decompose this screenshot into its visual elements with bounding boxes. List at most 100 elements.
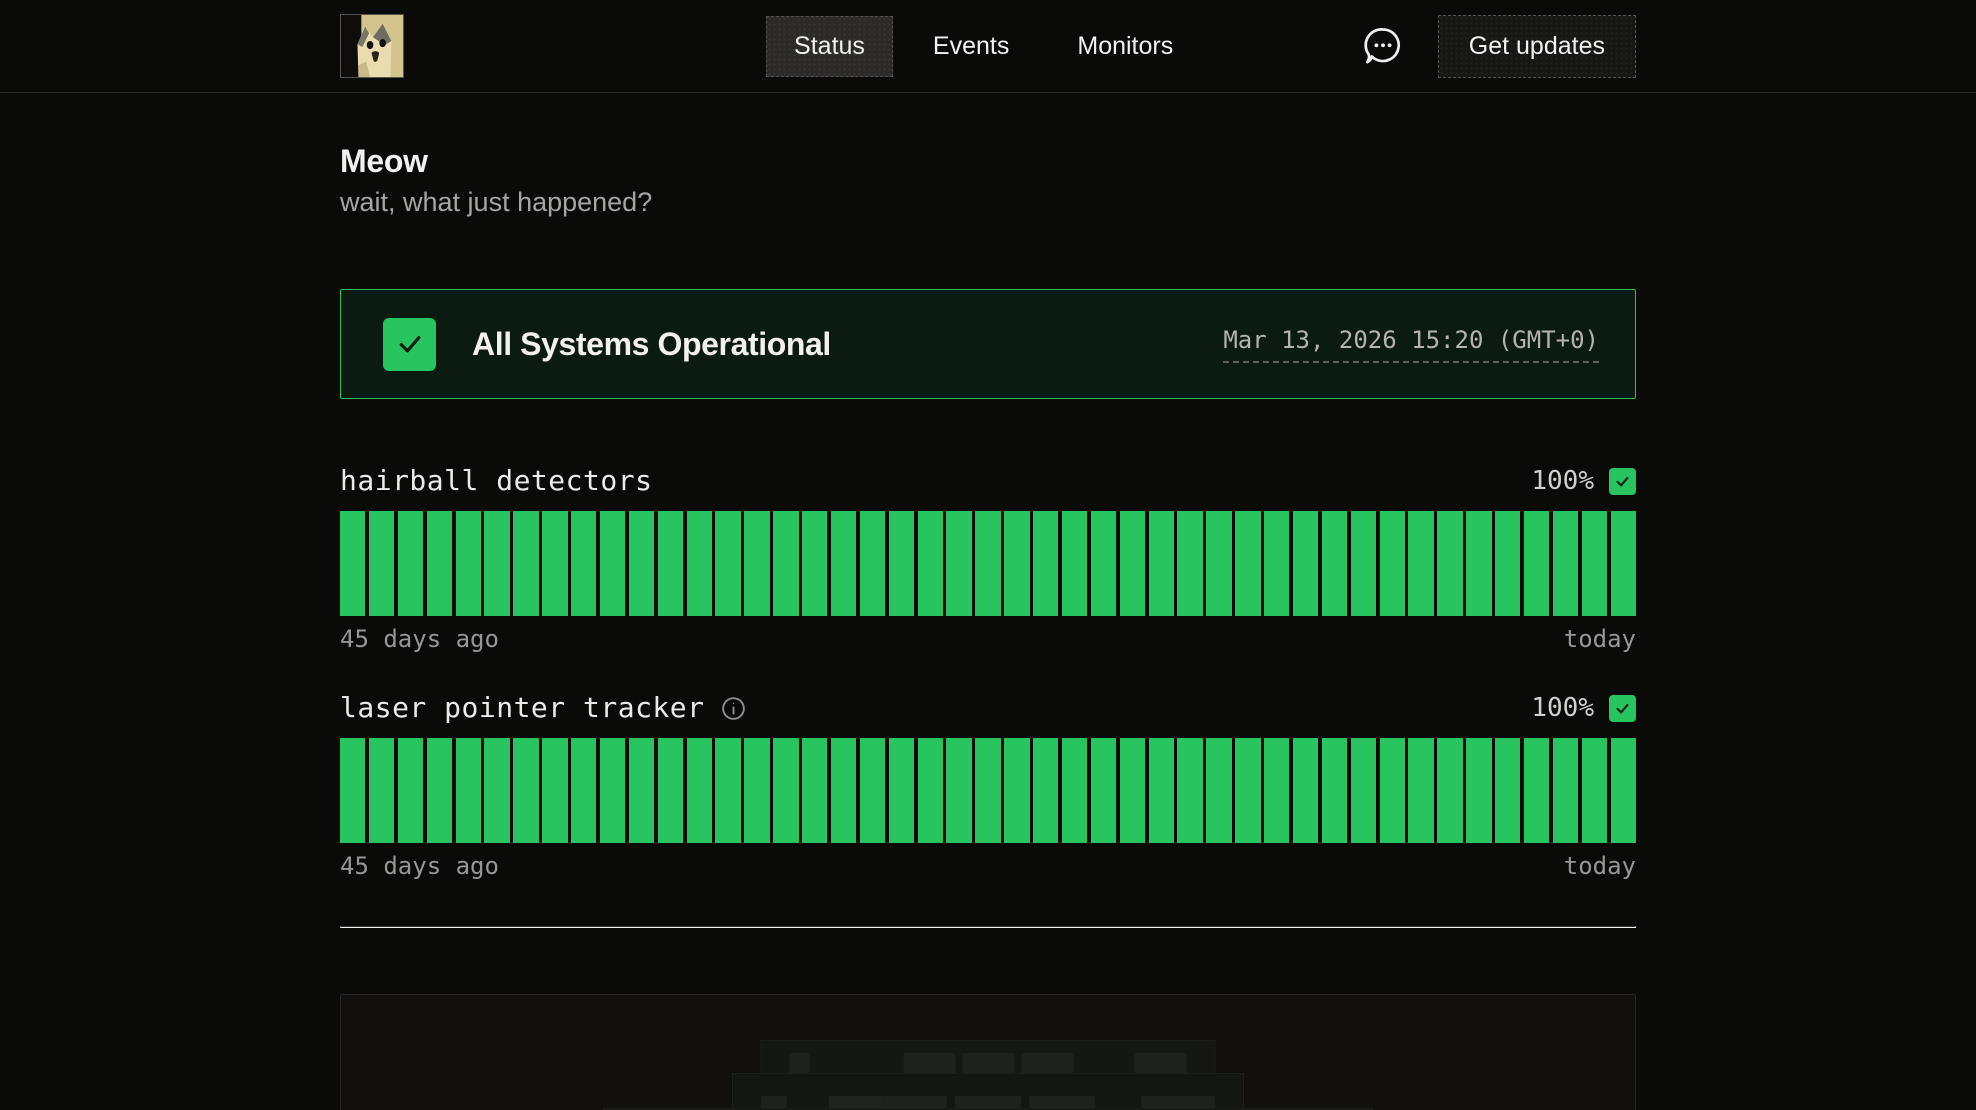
uptime-bar-day[interactable]	[1091, 511, 1116, 616]
uptime-bar-day[interactable]	[1582, 511, 1607, 616]
uptime-bar-day[interactable]	[571, 738, 596, 843]
uptime-bar-day[interactable]	[860, 511, 885, 616]
tab-monitors[interactable]: Monitors	[1049, 16, 1201, 77]
uptime-bar-day[interactable]	[571, 511, 596, 616]
uptime-bar-day[interactable]	[484, 738, 509, 843]
uptime-bar-day[interactable]	[1091, 738, 1116, 843]
uptime-bar-day[interactable]	[427, 511, 452, 616]
uptime-bar-day[interactable]	[773, 511, 798, 616]
uptime-bar-day[interactable]	[1062, 738, 1087, 843]
uptime-bar-day[interactable]	[715, 738, 740, 843]
uptime-bar-day[interactable]	[1553, 738, 1578, 843]
uptime-bar-day[interactable]	[1524, 511, 1549, 616]
uptime-bar-day[interactable]	[687, 738, 712, 843]
uptime-bar-day[interactable]	[1524, 738, 1549, 843]
uptime-bar-day[interactable]	[946, 511, 971, 616]
uptime-bar-day[interactable]	[658, 511, 683, 616]
uptime-bar-day[interactable]	[1264, 738, 1289, 843]
uptime-bar-day[interactable]	[1033, 738, 1058, 843]
uptime-bar-day[interactable]	[513, 511, 538, 616]
uptime-bar-day[interactable]	[484, 511, 509, 616]
uptime-bar-day[interactable]	[918, 511, 943, 616]
uptime-bar-day[interactable]	[1553, 511, 1578, 616]
info-icon[interactable]	[720, 695, 747, 722]
tab-status[interactable]: Status	[766, 16, 893, 77]
uptime-bar-day[interactable]	[369, 738, 394, 843]
uptime-bar-day[interactable]	[1408, 738, 1433, 843]
uptime-bar-day[interactable]	[398, 738, 423, 843]
uptime-bar-day[interactable]	[456, 511, 481, 616]
uptime-bar-day[interactable]	[1293, 511, 1318, 616]
uptime-bar-day[interactable]	[1437, 738, 1462, 843]
uptime-bar-day[interactable]	[1177, 511, 1202, 616]
uptime-bar-day[interactable]	[340, 511, 365, 616]
uptime-bar-day[interactable]	[1206, 511, 1231, 616]
section-divider	[340, 926, 1636, 928]
uptime-bar-day[interactable]	[1322, 511, 1347, 616]
uptime-bar-day[interactable]	[542, 738, 567, 843]
uptime-bar-day[interactable]	[1495, 511, 1520, 616]
status-timestamp[interactable]: Mar 13, 2026 15:20 (GMT+0)	[1223, 326, 1599, 363]
uptime-bar-day[interactable]	[513, 738, 538, 843]
uptime-bar-day[interactable]	[369, 511, 394, 616]
uptime-bar-day[interactable]	[831, 511, 856, 616]
uptime-bar-day[interactable]	[1408, 511, 1433, 616]
uptime-bar-day[interactable]	[1004, 738, 1029, 843]
logo-cat-image[interactable]	[340, 14, 404, 78]
uptime-bar-day[interactable]	[1466, 511, 1491, 616]
uptime-bar-day[interactable]	[398, 511, 423, 616]
uptime-bar-day[interactable]	[1322, 738, 1347, 843]
uptime-bar-day[interactable]	[889, 511, 914, 616]
uptime-bar-day[interactable]	[1495, 738, 1520, 843]
uptime-bar-day[interactable]	[1351, 738, 1376, 843]
uptime-bar-day[interactable]	[1235, 511, 1260, 616]
uptime-bar-day[interactable]	[802, 511, 827, 616]
uptime-bar-day[interactable]	[975, 738, 1000, 843]
uptime-bar-day[interactable]	[1437, 511, 1462, 616]
uptime-percentage: 100%	[1531, 463, 1594, 499]
uptime-bar-day[interactable]	[1177, 738, 1202, 843]
uptime-bar-day[interactable]	[860, 738, 885, 843]
chat-bubble-icon[interactable]	[1360, 23, 1406, 69]
uptime-bar-day[interactable]	[427, 738, 452, 843]
uptime-bar-day[interactable]	[1062, 511, 1087, 616]
tab-events[interactable]: Events	[905, 16, 1037, 77]
uptime-bar-day[interactable]	[1582, 738, 1607, 843]
get-updates-button[interactable]: Get updates	[1438, 15, 1636, 78]
uptime-bar-day[interactable]	[1611, 511, 1636, 616]
uptime-bar-day[interactable]	[1149, 738, 1174, 843]
uptime-bar-day[interactable]	[340, 738, 365, 843]
uptime-bar-day[interactable]	[918, 738, 943, 843]
uptime-bar-day[interactable]	[744, 738, 769, 843]
uptime-bar-day[interactable]	[629, 511, 654, 616]
uptime-bar-day[interactable]	[658, 738, 683, 843]
uptime-bar-day[interactable]	[1264, 511, 1289, 616]
uptime-bar-day[interactable]	[600, 738, 625, 843]
uptime-bar-day[interactable]	[1466, 738, 1491, 843]
uptime-bar-day[interactable]	[1235, 738, 1260, 843]
uptime-bar-day[interactable]	[1149, 511, 1174, 616]
uptime-bar-day[interactable]	[542, 511, 567, 616]
uptime-bar-day[interactable]	[1206, 738, 1231, 843]
uptime-bar-day[interactable]	[1004, 511, 1029, 616]
uptime-bar-day[interactable]	[1120, 511, 1145, 616]
uptime-bar-day[interactable]	[600, 511, 625, 616]
uptime-bar-day[interactable]	[1351, 511, 1376, 616]
uptime-bar-day[interactable]	[1293, 738, 1318, 843]
uptime-bar-day[interactable]	[1611, 738, 1636, 843]
uptime-bar-day[interactable]	[831, 738, 856, 843]
uptime-bar-day[interactable]	[1033, 511, 1058, 616]
uptime-bar-day[interactable]	[802, 738, 827, 843]
uptime-bar-day[interactable]	[946, 738, 971, 843]
uptime-bar-day[interactable]	[773, 738, 798, 843]
uptime-bar-day[interactable]	[889, 738, 914, 843]
uptime-bar-day[interactable]	[715, 511, 740, 616]
uptime-bar-day[interactable]	[456, 738, 481, 843]
uptime-bar-day[interactable]	[744, 511, 769, 616]
uptime-bar-day[interactable]	[687, 511, 712, 616]
uptime-bar-day[interactable]	[975, 511, 1000, 616]
uptime-bar-day[interactable]	[1120, 738, 1145, 843]
uptime-bar-day[interactable]	[629, 738, 654, 843]
uptime-bar-day[interactable]	[1380, 511, 1405, 616]
uptime-bar-day[interactable]	[1380, 738, 1405, 843]
